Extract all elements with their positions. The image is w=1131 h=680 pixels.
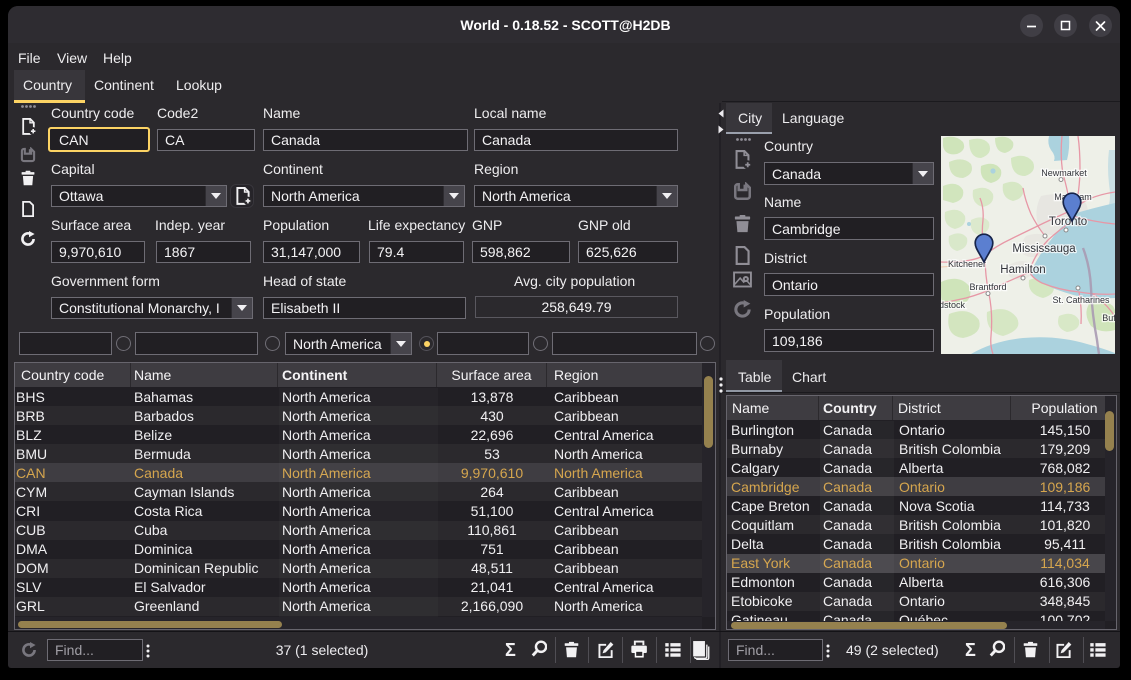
svg-text:Mississauga: Mississauga <box>1012 243 1076 255</box>
svg-text:Toronto: Toronto <box>1049 216 1087 228</box>
svg-text:Buf: Buf <box>1102 313 1115 323</box>
svg-text:Brantford: Brantford <box>969 282 1006 292</box>
svg-text:Newmarket: Newmarket <box>1041 168 1087 178</box>
svg-text:dstock: dstock <box>941 300 966 310</box>
svg-text:St. Catharines: St. Catharines <box>1052 295 1110 305</box>
svg-text:Hamilton: Hamilton <box>1000 264 1045 276</box>
svg-text:Kitchener: Kitchener <box>948 259 986 269</box>
